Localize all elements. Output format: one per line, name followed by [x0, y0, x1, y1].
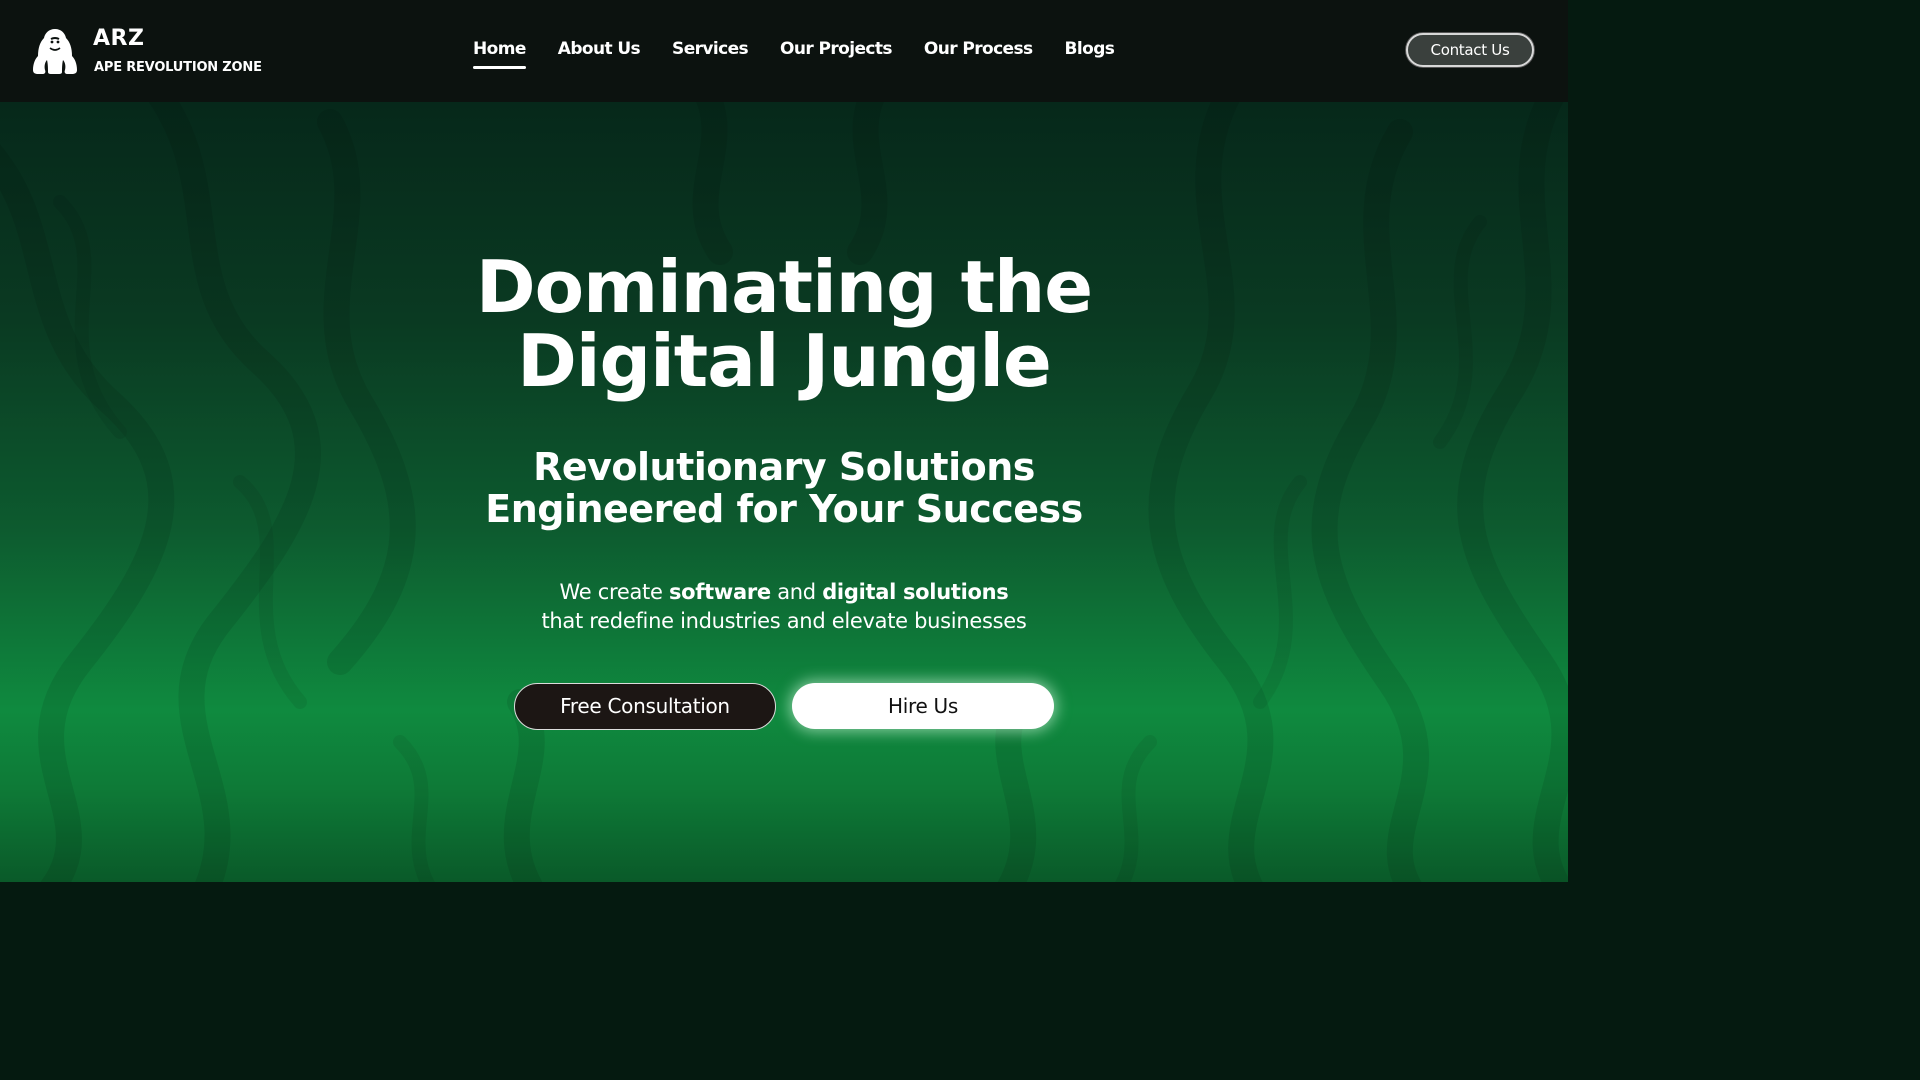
- page: ARZ APE REVOLUTION ZONE Home About Us Se…: [0, 0, 1568, 882]
- nav-our-process[interactable]: Our Process: [924, 39, 1033, 59]
- desc-line-2: that redefine industries and elevate bus…: [541, 609, 1027, 633]
- hero-title-line2: Digital Jungle: [517, 319, 1052, 403]
- nav-blogs[interactable]: Blogs: [1065, 39, 1115, 59]
- hero-title: Dominating the Digital Jungle: [0, 250, 1568, 398]
- brand-home-link[interactable]: ARZ APE REVOLUTION ZONE: [30, 24, 270, 80]
- hero-subtitle: Revolutionary Solutions Engineered for Y…: [0, 446, 1568, 530]
- desc-bold-digital-solutions: digital solutions: [822, 580, 1009, 604]
- main-nav: Home About Us Services Our Projects Our …: [473, 37, 1115, 67]
- hero-subtitle-line1: Revolutionary Solutions: [533, 445, 1035, 489]
- hero-subtitle-line2: Engineered for Your Success: [485, 487, 1083, 531]
- nav-about-us[interactable]: About Us: [558, 39, 641, 59]
- hire-us-button[interactable]: Hire Us: [792, 683, 1054, 729]
- desc-text-1: We create: [559, 580, 669, 604]
- hero-title-line1: Dominating the: [475, 245, 1093, 329]
- hero-description: We create software and digital solutions…: [0, 578, 1568, 636]
- hero-section: Dominating the Digital Jungle Revolution…: [0, 102, 1568, 882]
- nav-services[interactable]: Services: [672, 39, 749, 59]
- top-navbar: ARZ APE REVOLUTION ZONE Home About Us Se…: [0, 0, 1568, 102]
- contact-us-button[interactable]: Contact Us: [1406, 33, 1534, 67]
- nav-home[interactable]: Home: [473, 39, 526, 59]
- nav-our-projects[interactable]: Our Projects: [780, 39, 892, 59]
- desc-bold-software: software: [668, 580, 771, 604]
- free-consultation-button[interactable]: Free Consultation: [514, 683, 776, 730]
- brand-tagline: APE REVOLUTION ZONE: [94, 60, 262, 75]
- brand-name: ARZ: [93, 26, 145, 51]
- gorilla-logo-icon: [33, 29, 77, 74]
- desc-text-2: and: [770, 580, 823, 604]
